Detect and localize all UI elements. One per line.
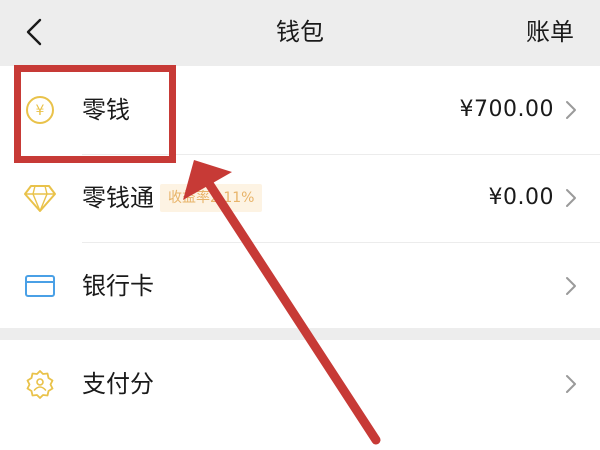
list-item-change[interactable]: ¥ 零钱 ¥700.00: [0, 66, 600, 154]
bank-card-icon: [22, 268, 58, 304]
chevron-right-icon: [566, 101, 576, 119]
list-item-label: 支付分: [82, 370, 154, 398]
list-item-bank-card[interactable]: 银行卡: [0, 242, 600, 330]
balance-value: ¥700.00: [459, 97, 554, 122]
chevron-right-icon: [566, 277, 576, 295]
diamond-icon: [22, 180, 58, 216]
list-item-payscore[interactable]: 支付分: [0, 340, 600, 428]
bill-button[interactable]: 账单: [526, 18, 574, 46]
page-title: 钱包: [276, 18, 324, 46]
yield-badge: 收益率2.11%: [160, 184, 263, 212]
credit-card-section: 支付分: [0, 340, 600, 450]
list-item-change-plus[interactable]: 零钱通 收益率2.11% ¥0.00: [0, 154, 600, 242]
payscore-badge-icon: [22, 366, 58, 402]
top-bar: 钱包 账单: [0, 0, 600, 64]
list-item-label: 零钱: [82, 96, 130, 124]
chevron-right-icon: [566, 375, 576, 393]
balance-value: ¥0.00: [488, 185, 554, 210]
yuan-circle-icon: ¥: [22, 92, 58, 128]
chevron-right-icon: [566, 189, 576, 207]
list-item-label: 银行卡: [82, 272, 154, 300]
svg-text:¥: ¥: [36, 103, 45, 119]
wallet-card: ¥ 零钱 ¥700.00 零钱通 收益率2.11% ¥0.00 银行卡: [0, 66, 600, 328]
list-item-label: 零钱通: [82, 184, 154, 212]
